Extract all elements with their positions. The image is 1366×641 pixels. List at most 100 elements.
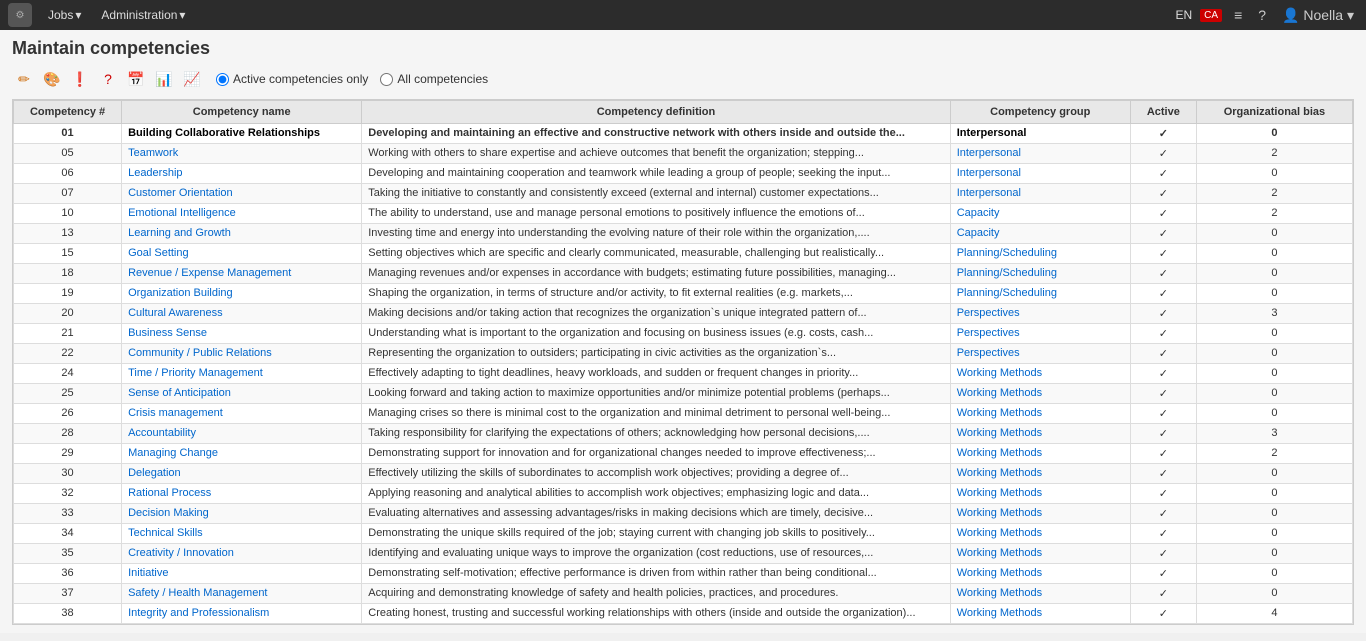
cell-name[interactable]: Technical Skills <box>122 524 362 544</box>
question-icon[interactable]: ? <box>96 67 120 91</box>
cell-name[interactable]: Creativity / Innovation <box>122 544 362 564</box>
cell-group[interactable]: Planning/Scheduling <box>950 284 1130 304</box>
cell-name[interactable]: Managing Change <box>122 444 362 464</box>
active-only-radio-label[interactable]: Active competencies only <box>216 72 368 86</box>
table-row[interactable]: 06LeadershipDeveloping and maintaining c… <box>14 164 1353 184</box>
cell-group[interactable]: Capacity <box>950 224 1130 244</box>
administration-menu[interactable]: Administration ▾ <box>93 4 193 26</box>
table-row[interactable]: 05TeamworkWorking with others to share e… <box>14 144 1353 164</box>
table-row[interactable]: 26Crisis managementManaging crises so th… <box>14 404 1353 424</box>
chart-icon[interactable]: 📈 <box>180 67 204 91</box>
color-icon[interactable]: 🎨 <box>40 67 64 91</box>
alert-icon[interactable]: ❗ <box>68 67 92 91</box>
table-row[interactable]: 34Technical SkillsDemonstrating the uniq… <box>14 524 1353 544</box>
cell-group[interactable]: Working Methods <box>950 464 1130 484</box>
cell-name[interactable]: Organization Building <box>122 284 362 304</box>
cell-active: ✓ <box>1130 284 1196 304</box>
cell-group[interactable]: Planning/Scheduling <box>950 244 1130 264</box>
list-icon[interactable]: 📊 <box>152 67 176 91</box>
cell-bias: 0 <box>1196 244 1352 264</box>
table-row[interactable]: 25Sense of AnticipationLooking forward a… <box>14 384 1353 404</box>
table-row[interactable]: 29Managing ChangeDemonstrating support f… <box>14 444 1353 464</box>
cell-active: ✓ <box>1130 484 1196 504</box>
cell-group[interactable]: Working Methods <box>950 584 1130 604</box>
cell-name[interactable]: Decision Making <box>122 504 362 524</box>
cell-group[interactable]: Working Methods <box>950 504 1130 524</box>
language-selector[interactable]: EN <box>1176 8 1193 22</box>
cell-name[interactable]: Revenue / Expense Management <box>122 264 362 284</box>
cell-group[interactable]: Working Methods <box>950 484 1130 504</box>
all-competencies-radio[interactable] <box>380 73 393 86</box>
cell-name[interactable]: Accountability <box>122 424 362 444</box>
cell-name[interactable]: Customer Orientation <box>122 184 362 204</box>
cell-group[interactable]: Interpersonal <box>950 144 1130 164</box>
cell-name[interactable]: Sense of Anticipation <box>122 384 362 404</box>
cell-group[interactable]: Perspectives <box>950 304 1130 324</box>
table-row[interactable]: 13Learning and GrowthInvesting time and … <box>14 224 1353 244</box>
cell-group[interactable]: Perspectives <box>950 324 1130 344</box>
cell-name[interactable]: Integrity and Professionalism <box>122 604 362 624</box>
cell-group[interactable]: Working Methods <box>950 604 1130 624</box>
cell-name[interactable]: Teamwork <box>122 144 362 164</box>
table-row[interactable]: 20Cultural AwarenessMaking decisions and… <box>14 304 1353 324</box>
cell-name[interactable]: Time / Priority Management <box>122 364 362 384</box>
cell-definition: Effectively utilizing the skills of subo… <box>362 464 950 484</box>
cell-group[interactable]: Interpersonal <box>950 184 1130 204</box>
table-row[interactable]: 21Business SenseUnderstanding what is im… <box>14 324 1353 344</box>
active-only-radio[interactable] <box>216 73 229 86</box>
cell-name[interactable]: Building Collaborative Relationships <box>122 124 362 144</box>
cell-group[interactable]: Capacity <box>950 204 1130 224</box>
table-row[interactable]: 19Organization BuildingShaping the organ… <box>14 284 1353 304</box>
cell-group[interactable]: Perspectives <box>950 344 1130 364</box>
table-row[interactable]: 18Revenue / Expense ManagementManaging r… <box>14 264 1353 284</box>
cell-group[interactable]: Working Methods <box>950 444 1130 464</box>
table-row[interactable]: 36InitiativeDemonstrating self-motivatio… <box>14 564 1353 584</box>
menu-icon[interactable]: ≡ <box>1230 5 1246 25</box>
cell-group[interactable]: Working Methods <box>950 544 1130 564</box>
cell-num: 07 <box>14 184 122 204</box>
table-row[interactable]: 24Time / Priority ManagementEffectively … <box>14 364 1353 384</box>
cell-name[interactable]: Initiative <box>122 564 362 584</box>
table-row[interactable]: 35Creativity / InnovationIdentifying and… <box>14 544 1353 564</box>
help-icon[interactable]: ? <box>1254 5 1270 25</box>
table-row[interactable]: 28AccountabilityTaking responsibility fo… <box>14 424 1353 444</box>
cell-name[interactable]: Safety / Health Management <box>122 584 362 604</box>
cell-group[interactable]: Interpersonal <box>950 124 1130 144</box>
cell-name[interactable]: Rational Process <box>122 484 362 504</box>
cell-name[interactable]: Emotional Intelligence <box>122 204 362 224</box>
table-row[interactable]: 01Building Collaborative RelationshipsDe… <box>14 124 1353 144</box>
cell-group[interactable]: Working Methods <box>950 424 1130 444</box>
cell-name[interactable]: Community / Public Relations <box>122 344 362 364</box>
cell-active: ✓ <box>1130 324 1196 344</box>
table-row[interactable]: 33Decision MakingEvaluating alternatives… <box>14 504 1353 524</box>
table-row[interactable]: 37Safety / Health ManagementAcquiring an… <box>14 584 1353 604</box>
table-row[interactable]: 30DelegationEffectively utilizing the sk… <box>14 464 1353 484</box>
cell-active: ✓ <box>1130 144 1196 164</box>
table-row[interactable]: 32Rational ProcessApplying reasoning and… <box>14 484 1353 504</box>
jobs-menu[interactable]: Jobs ▾ <box>40 4 89 26</box>
cell-name[interactable]: Crisis management <box>122 404 362 424</box>
table-row[interactable]: 38Integrity and ProfessionalismCreating … <box>14 604 1353 624</box>
table-row[interactable]: 10Emotional IntelligenceThe ability to u… <box>14 204 1353 224</box>
cell-group[interactable]: Working Methods <box>950 564 1130 584</box>
calendar-icon[interactable]: 📅 <box>124 67 148 91</box>
table-row[interactable]: 07Customer OrientationTaking the initiat… <box>14 184 1353 204</box>
all-competencies-radio-label[interactable]: All competencies <box>380 72 488 86</box>
cell-group[interactable]: Interpersonal <box>950 164 1130 184</box>
cell-name[interactable]: Business Sense <box>122 324 362 344</box>
cell-definition: Developing and maintaining an effective … <box>362 124 950 144</box>
cell-group[interactable]: Planning/Scheduling <box>950 264 1130 284</box>
cell-name[interactable]: Goal Setting <box>122 244 362 264</box>
edit-icon[interactable]: ✏ <box>12 67 36 91</box>
cell-group[interactable]: Working Methods <box>950 404 1130 424</box>
cell-name[interactable]: Leadership <box>122 164 362 184</box>
user-icon[interactable]: 👤 Noella ▾ <box>1278 5 1358 26</box>
cell-name[interactable]: Delegation <box>122 464 362 484</box>
cell-name[interactable]: Cultural Awareness <box>122 304 362 324</box>
table-row[interactable]: 15Goal SettingSetting objectives which a… <box>14 244 1353 264</box>
cell-name[interactable]: Learning and Growth <box>122 224 362 244</box>
cell-group[interactable]: Working Methods <box>950 384 1130 404</box>
table-row[interactable]: 22Community / Public RelationsRepresenti… <box>14 344 1353 364</box>
cell-group[interactable]: Working Methods <box>950 364 1130 384</box>
cell-group[interactable]: Working Methods <box>950 524 1130 544</box>
